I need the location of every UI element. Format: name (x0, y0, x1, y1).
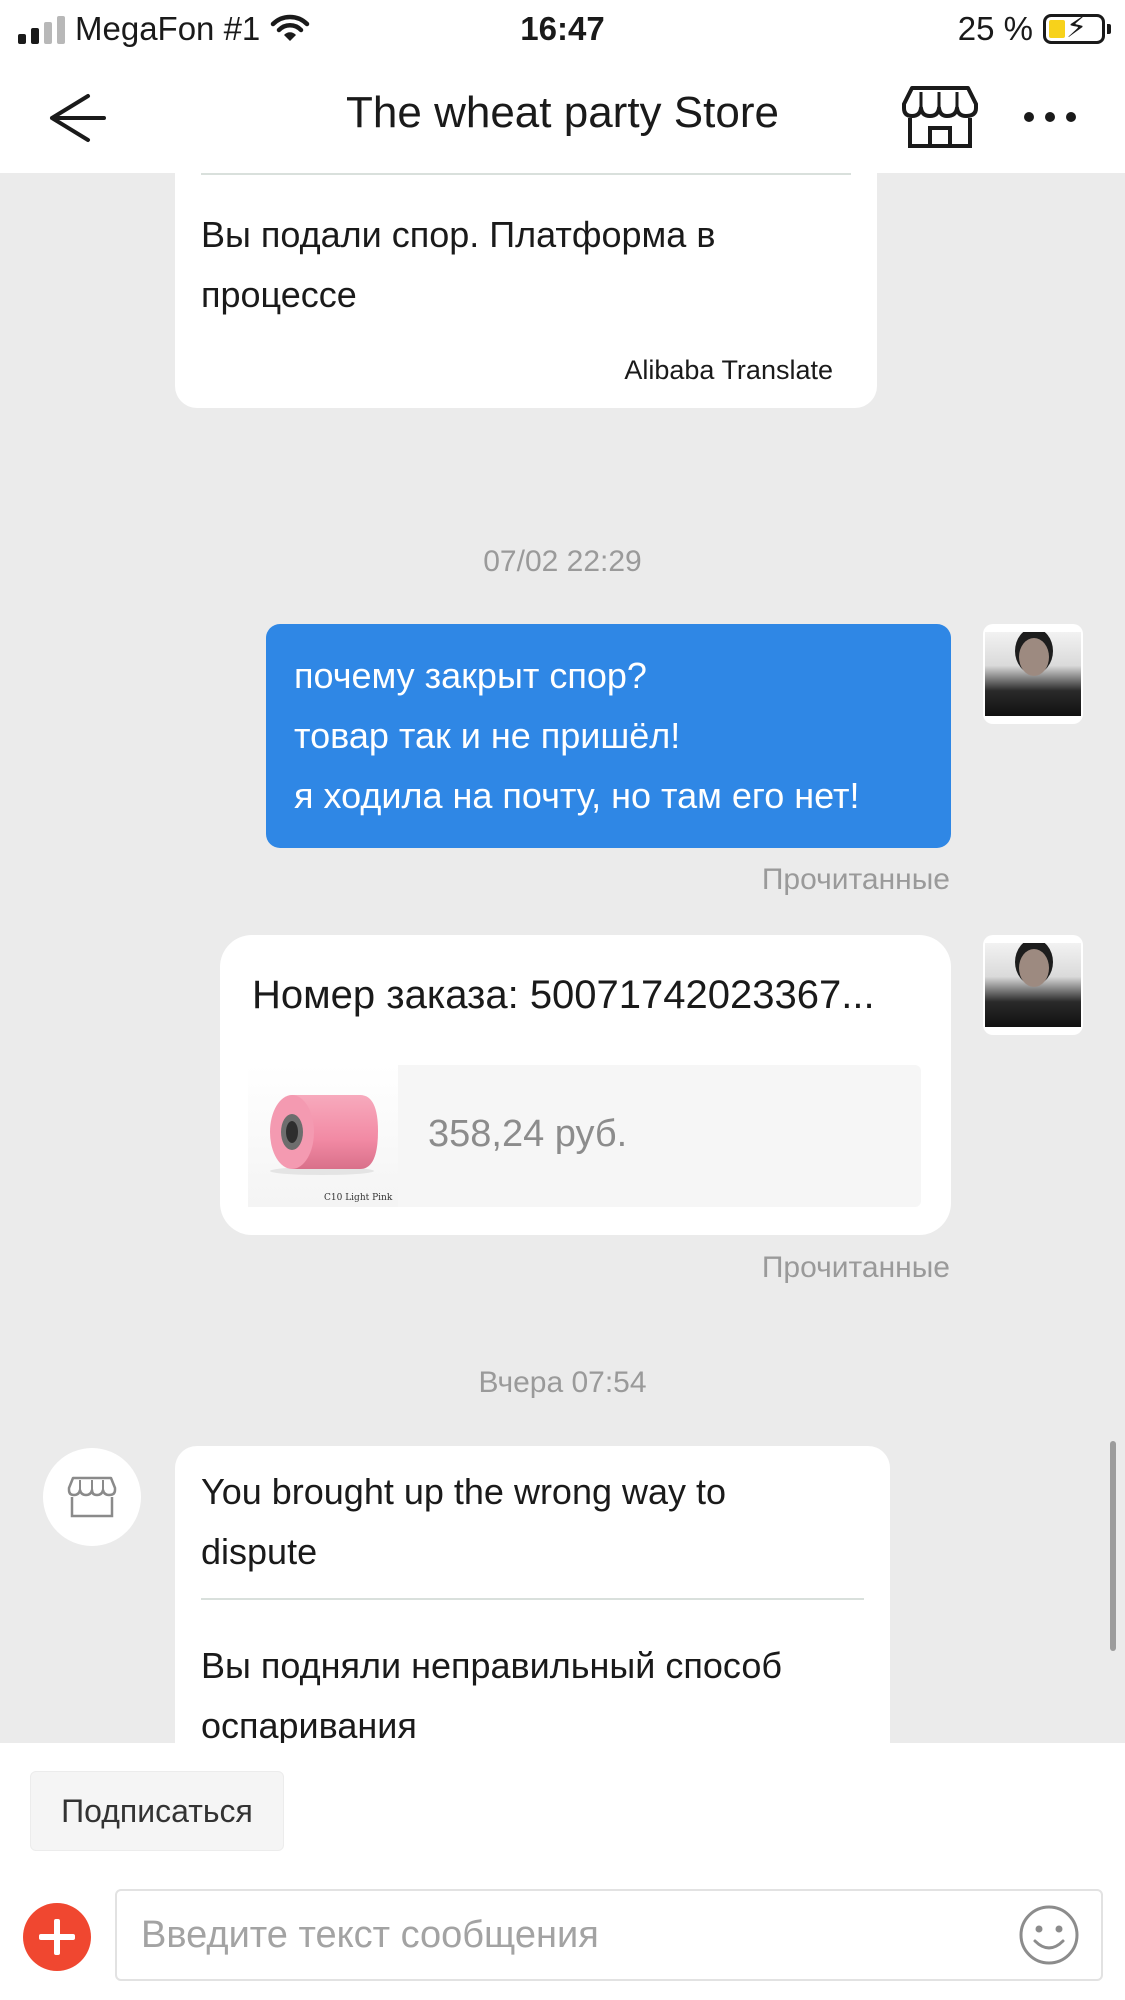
message-line: я ходила на почту, но там его нет! (294, 775, 860, 816)
read-status: Прочитанные (761, 1251, 950, 1284)
user-message-bubble[interactable]: почему закрыт спор? товар так и не пришё… (266, 624, 951, 848)
product-image: C10 Light Pink (248, 1065, 398, 1207)
battery-percent: 25 % (957, 10, 1033, 47)
navigation-bar: The wheat party Store (0, 58, 1125, 173)
read-status: Прочитанные (761, 863, 950, 896)
storefront-icon (67, 1476, 117, 1518)
user-avatar[interactable] (983, 935, 1083, 1035)
battery-icon: ⚡ (1043, 13, 1111, 44)
product-price: 358,24 руб. (428, 1113, 628, 1155)
chat-messages[interactable]: process Вы подали спор. Платформа в проц… (0, 173, 1125, 1743)
user-avatar[interactable] (983, 624, 1083, 724)
status-bar: MegaFon #1 16:47 25 % ⚡ (0, 0, 1125, 58)
status-right: 25 % ⚡ (957, 10, 1111, 48)
seller-message-bubble[interactable]: You brought up the wrong way to dispute … (175, 1446, 890, 1743)
message-line: почему закрыт спор? (294, 655, 647, 696)
more-horizontal-icon[interactable] (1020, 102, 1080, 132)
product-caption: C10 Light Pink (324, 1193, 393, 1203)
message-original-text: You brought up the wrong way to dispute (201, 1471, 727, 1572)
store-avatar[interactable] (43, 1448, 141, 1546)
seller-message-bubble[interactable]: process Вы подали спор. Платформа в проц… (175, 173, 877, 408)
order-number: Номер заказа: 50071742023367... (252, 973, 875, 1017)
message-composer: Подписаться (0, 1743, 1125, 2000)
message-translated-text: Вы подняли неправильный способ оспариван… (201, 1645, 782, 1743)
message-translated-text: Вы подали спор. Платформа в процессе (201, 214, 716, 315)
order-message-bubble[interactable]: Номер заказа: 50071742023367... C10 Ligh… (220, 935, 951, 1235)
message-timestamp: 07/02 22:29 (483, 545, 642, 578)
message-input-container[interactable] (115, 1889, 1103, 1981)
smiley-icon[interactable] (1017, 1903, 1081, 1967)
translator-label: Alibaba Translate (624, 355, 833, 385)
subscribe-button[interactable]: Подписаться (30, 1771, 284, 1851)
order-product-card[interactable]: C10 Light Pink 358,24 руб. (248, 1065, 921, 1207)
translation-divider (201, 173, 851, 175)
scrollbar[interactable] (1110, 1441, 1116, 1651)
plus-icon[interactable] (23, 1903, 91, 1971)
message-timestamp: Вчера 07:54 (478, 1366, 647, 1399)
storefront-icon[interactable] (900, 84, 980, 150)
message-line: товар так и не пришёл! (294, 715, 681, 756)
status-time: 16:47 (520, 10, 605, 47)
translation-divider (201, 1598, 864, 1600)
message-input[interactable] (141, 1891, 1001, 1979)
